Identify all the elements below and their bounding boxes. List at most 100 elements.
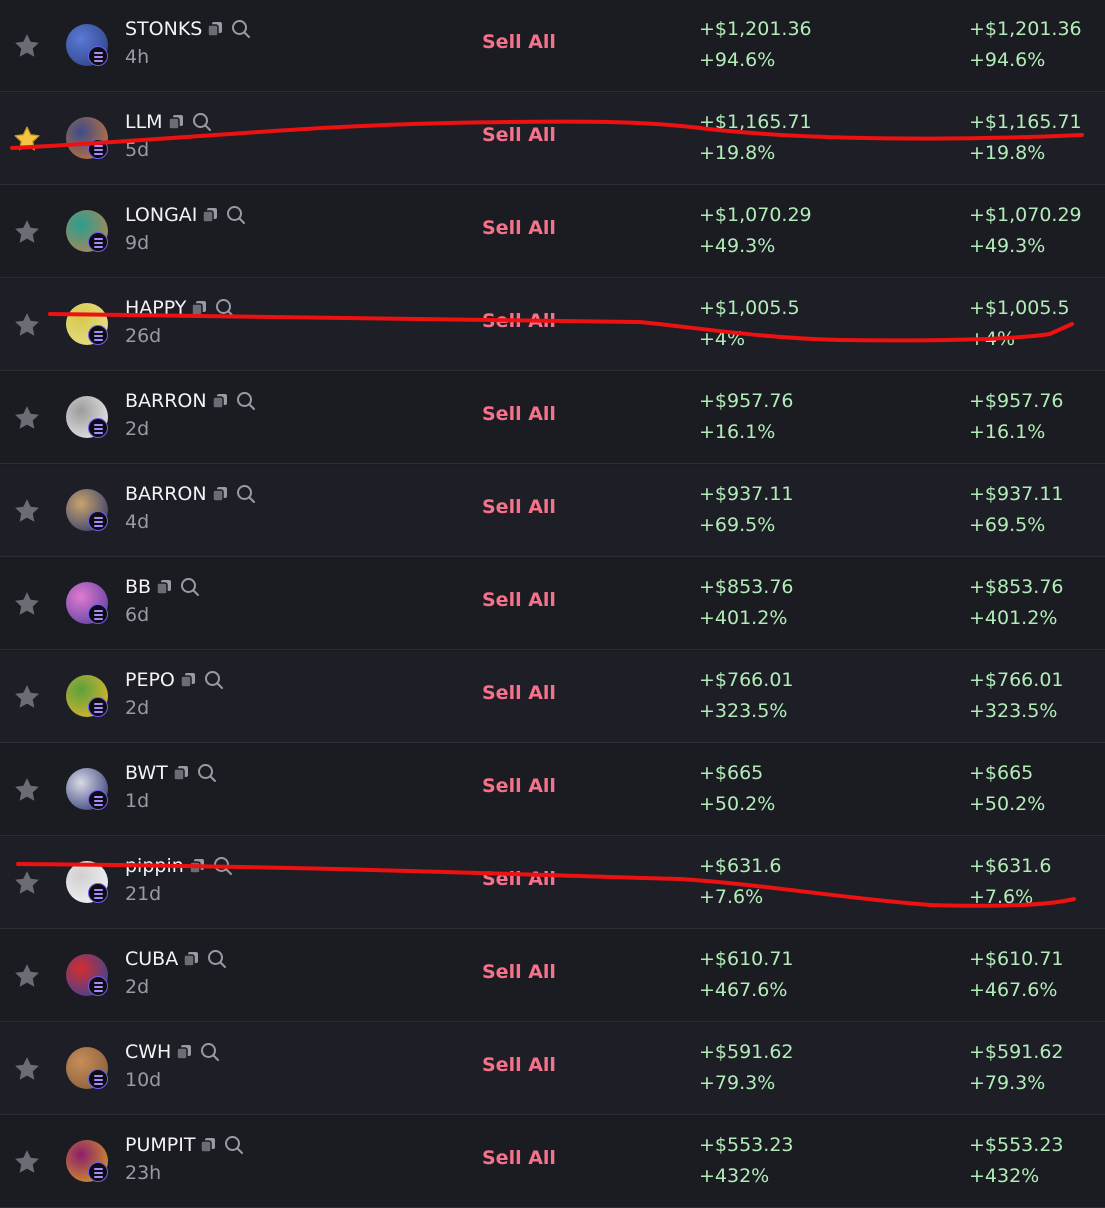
search-icon[interactable] [203, 669, 225, 691]
token-avatar [66, 582, 108, 624]
copy-icon[interactable] [189, 298, 209, 318]
solana-chain-icon [88, 883, 108, 903]
sell-all-button[interactable]: Sell All [482, 868, 556, 890]
sell-all-button[interactable]: Sell All [482, 310, 556, 332]
sell-all-button[interactable]: Sell All [482, 589, 556, 611]
copy-icon[interactable] [205, 19, 225, 39]
unrealized-pnl-value: +$631.6 [699, 855, 782, 877]
token-name[interactable]: CUBA [125, 948, 178, 970]
favorite-star-icon[interactable] [12, 961, 42, 991]
favorite-star-icon[interactable] [12, 310, 42, 340]
token-name[interactable]: BWT [125, 762, 168, 784]
copy-icon[interactable] [178, 670, 198, 690]
unrealized-pnl: +$665 +50.2% [699, 758, 775, 820]
favorite-star-icon[interactable] [12, 403, 42, 433]
token-name[interactable]: STONKS [125, 18, 202, 40]
total-pnl: +$591.62 +79.3% [969, 1037, 1064, 1099]
total-pnl-percent: +69.5% [969, 514, 1046, 536]
sell-all-button[interactable]: Sell All [482, 31, 556, 53]
copy-icon[interactable] [210, 391, 230, 411]
search-icon[interactable] [223, 1134, 245, 1156]
token-name[interactable]: PEPO [125, 669, 175, 691]
favorite-star-icon[interactable] [12, 124, 42, 154]
unrealized-pnl-value: +$1,070.29 [699, 204, 812, 226]
token-name[interactable]: CWH [125, 1041, 171, 1063]
token-age: 2d [125, 697, 150, 719]
favorite-star-icon[interactable] [12, 775, 42, 805]
token-name[interactable]: BARRON [125, 390, 207, 412]
sell-all-button[interactable]: Sell All [482, 403, 556, 425]
favorite-star-icon[interactable] [12, 589, 42, 619]
search-icon[interactable] [196, 762, 218, 784]
favorite-star-icon[interactable] [12, 496, 42, 526]
solana-chain-icon [88, 139, 108, 159]
total-pnl-value: +$1,005.5 [969, 297, 1070, 319]
unrealized-pnl-value: +$937.11 [699, 483, 794, 505]
copy-icon[interactable] [181, 949, 201, 969]
copy-icon[interactable] [171, 763, 191, 783]
token-name[interactable]: HAPPY [125, 297, 186, 319]
sell-all-button[interactable]: Sell All [482, 124, 556, 146]
solana-chain-icon [88, 418, 108, 438]
search-icon[interactable] [212, 855, 234, 877]
unrealized-pnl: +$553.23 +432% [699, 1130, 794, 1192]
copy-icon[interactable] [210, 484, 230, 504]
sell-all-button[interactable]: Sell All [482, 1147, 556, 1169]
favorite-star-icon[interactable] [12, 1054, 42, 1084]
token-name[interactable]: BB [125, 576, 151, 598]
total-pnl: +$665 +50.2% [969, 758, 1045, 820]
search-icon[interactable] [206, 948, 228, 970]
copy-icon[interactable] [198, 1135, 218, 1155]
favorite-star-icon[interactable] [12, 1147, 42, 1177]
copy-icon[interactable] [187, 856, 207, 876]
solana-chain-icon [88, 604, 108, 624]
token-age: 4d [125, 511, 150, 533]
token-name[interactable]: PUMPIT [125, 1134, 195, 1156]
total-pnl: +$853.76 +401.2% [969, 572, 1064, 634]
search-icon[interactable] [230, 18, 252, 40]
token-name[interactable]: BARRON [125, 483, 207, 505]
solana-chain-icon [88, 790, 108, 810]
total-pnl-value: +$766.01 [969, 669, 1064, 691]
token-row: BARRON 4d Sell All +$937.11 +69.5% +$937.11 +6… [0, 465, 1105, 557]
solana-chain-icon [88, 1069, 108, 1089]
token-avatar [66, 210, 108, 252]
token-row: BARRON 2d Sell All +$957.76 +16.1% +$957.76 +1… [0, 372, 1105, 464]
total-pnl-percent: +50.2% [969, 793, 1046, 815]
token-name-line: BWT [125, 760, 218, 786]
search-icon[interactable] [235, 483, 257, 505]
search-icon[interactable] [199, 1041, 221, 1063]
token-row: LONGAI 9d Sell All +$1,070.29 +49.3% +$1,070.… [0, 186, 1105, 278]
sell-all-button[interactable]: Sell All [482, 961, 556, 983]
search-icon[interactable] [191, 111, 213, 133]
search-icon[interactable] [179, 576, 201, 598]
copy-icon[interactable] [174, 1042, 194, 1062]
unrealized-pnl-value: +$766.01 [699, 669, 794, 691]
token-name[interactable]: pippin [125, 855, 184, 877]
favorite-star-icon[interactable] [12, 217, 42, 247]
token-name[interactable]: LONGAI [125, 204, 197, 226]
sell-all-button[interactable]: Sell All [482, 682, 556, 704]
total-pnl-percent: +432% [969, 1165, 1040, 1187]
sell-all-button[interactable]: Sell All [482, 496, 556, 518]
favorite-star-icon[interactable] [12, 682, 42, 712]
copy-icon[interactable] [200, 205, 220, 225]
favorite-star-icon[interactable] [12, 868, 42, 898]
favorite-star-icon[interactable] [12, 31, 42, 61]
unrealized-pnl-value: +$1,005.5 [699, 297, 800, 319]
copy-icon[interactable] [166, 112, 186, 132]
token-row: BWT 1d Sell All +$665 +50.2% +$665 +50.2% [0, 744, 1105, 836]
sell-all-button[interactable]: Sell All [482, 1054, 556, 1076]
token-name[interactable]: LLM [125, 111, 163, 133]
token-row: CWH 10d Sell All +$591.62 +79.3% +$591.62 +79.… [0, 1023, 1105, 1115]
search-icon[interactable] [235, 390, 257, 412]
search-icon[interactable] [225, 204, 247, 226]
sell-all-button[interactable]: Sell All [482, 217, 556, 239]
token-name-line: BARRON [125, 481, 257, 507]
copy-icon[interactable] [154, 577, 174, 597]
token-age: 5d [125, 139, 150, 161]
search-icon[interactable] [214, 297, 236, 319]
total-pnl-percent: +4% [969, 328, 1016, 350]
sell-all-button[interactable]: Sell All [482, 775, 556, 797]
total-pnl-value: +$631.6 [969, 855, 1052, 877]
